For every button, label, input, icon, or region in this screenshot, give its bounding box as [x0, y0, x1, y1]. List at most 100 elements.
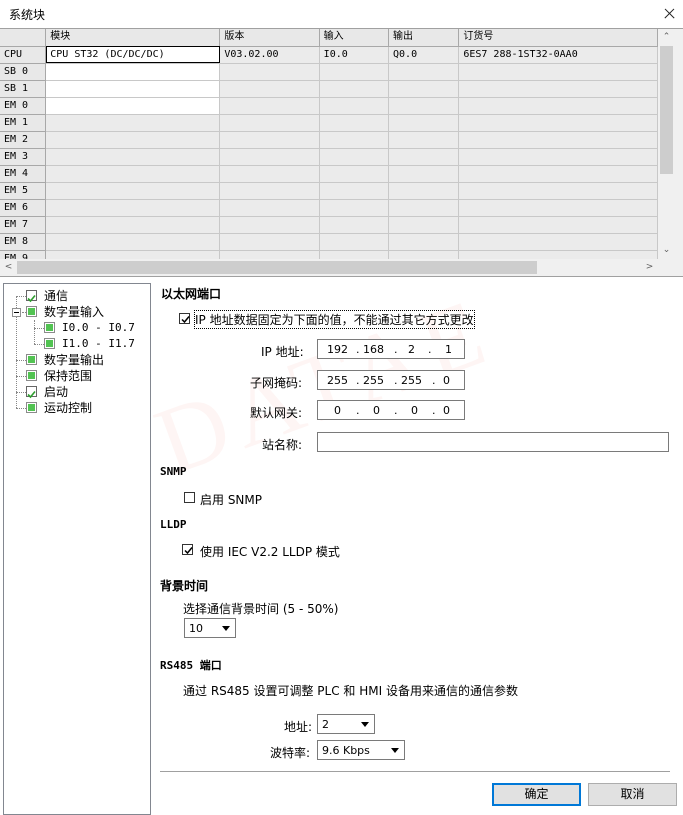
output-cell[interactable] [388, 233, 460, 251]
column-header-input[interactable]: 输入 [319, 29, 390, 47]
column-header-module[interactable]: 模块 [45, 29, 221, 47]
input-cell[interactable] [319, 216, 390, 234]
table-row[interactable]: SB 0 [0, 63, 658, 81]
scroll-up-icon[interactable]: ⌃ [658, 29, 675, 46]
vertical-scroll-thumb[interactable] [660, 46, 673, 174]
version-cell[interactable] [219, 131, 320, 149]
table-row[interactable]: EM 9 [0, 250, 658, 259]
column-header-version[interactable]: 版本 [219, 29, 320, 47]
ok-button[interactable]: 确定 [492, 783, 581, 806]
input-cell[interactable] [319, 97, 390, 115]
subnet-mask-field[interactable]: 255 . 255 . 255 . 0 [317, 370, 465, 390]
table-row[interactable]: EM 8 [0, 233, 658, 251]
horizontal-scroll-thumb[interactable] [17, 261, 537, 274]
close-icon[interactable] [655, 0, 683, 28]
table-row[interactable]: EM 7 [0, 216, 658, 234]
input-cell[interactable] [319, 233, 390, 251]
table-row[interactable]: EM 3 [0, 148, 658, 166]
chevron-down-icon[interactable] [219, 621, 233, 635]
ip-address-field[interactable]: 192 . 168 . 2 . 1 [317, 339, 465, 359]
module-cell[interactable] [45, 199, 221, 217]
input-cell[interactable]: I0.0 [319, 46, 390, 64]
baud-rate-select[interactable]: 9.6 Kbps [317, 740, 405, 760]
order-number-cell[interactable] [458, 131, 658, 149]
output-cell[interactable] [388, 114, 460, 132]
scroll-right-icon[interactable]: > [641, 259, 658, 276]
version-cell[interactable] [219, 233, 320, 251]
version-cell[interactable] [219, 97, 320, 115]
version-cell[interactable] [219, 250, 320, 259]
output-cell[interactable] [388, 165, 460, 183]
horizontal-scrollbar[interactable]: < > [0, 259, 658, 276]
order-number-cell[interactable] [458, 165, 658, 183]
table-row[interactable]: EM 5 [0, 182, 658, 200]
order-number-cell[interactable] [458, 80, 658, 98]
order-number-cell[interactable]: 6ES7 288-1ST32-0AA0 [458, 46, 658, 64]
version-cell[interactable] [219, 199, 320, 217]
output-cell[interactable] [388, 63, 460, 81]
input-cell[interactable] [319, 165, 390, 183]
module-cell[interactable] [45, 233, 221, 251]
table-row[interactable]: SB 1 [0, 80, 658, 98]
column-header-order-number[interactable]: 订货号 [458, 29, 658, 47]
order-number-cell[interactable] [458, 233, 658, 251]
module-cell[interactable] [45, 182, 221, 200]
input-cell[interactable] [319, 131, 390, 149]
order-number-cell[interactable] [458, 114, 658, 132]
module-cell[interactable] [45, 216, 221, 234]
input-cell[interactable] [319, 199, 390, 217]
version-cell[interactable] [219, 114, 320, 132]
snmp-enable-checkbox[interactable] [184, 492, 195, 503]
vertical-scrollbar[interactable]: ⌃ ⌄ [658, 29, 675, 259]
input-cell[interactable] [319, 182, 390, 200]
order-number-cell[interactable] [458, 250, 658, 259]
module-cell[interactable] [45, 80, 221, 98]
order-number-cell[interactable] [458, 216, 658, 234]
order-number-cell[interactable] [458, 182, 658, 200]
chevron-down-icon[interactable] [358, 717, 372, 731]
table-row[interactable]: EM 2 [0, 131, 658, 149]
output-cell[interactable] [388, 80, 460, 98]
scroll-down-icon[interactable]: ⌄ [658, 242, 675, 259]
cancel-button[interactable]: 取消 [588, 783, 677, 806]
chevron-down-icon[interactable] [388, 743, 402, 757]
output-cell[interactable] [388, 250, 460, 259]
order-number-cell[interactable] [458, 199, 658, 217]
lldp-mode-checkbox[interactable] [182, 544, 193, 555]
output-cell[interactable] [388, 182, 460, 200]
output-cell[interactable] [388, 216, 460, 234]
order-number-cell[interactable] [458, 97, 658, 115]
module-cell[interactable]: CPU ST32 (DC/DC/DC) [45, 46, 221, 64]
input-cell[interactable] [319, 63, 390, 81]
collapse-icon[interactable] [12, 308, 21, 317]
gateway-field[interactable]: 0 . 0 . 0 . 0 [317, 400, 465, 420]
version-cell[interactable] [219, 80, 320, 98]
column-header-output[interactable]: 输出 [388, 29, 460, 47]
input-cell[interactable] [319, 114, 390, 132]
output-cell[interactable] [388, 199, 460, 217]
version-cell[interactable] [219, 148, 320, 166]
version-cell[interactable] [219, 63, 320, 81]
version-cell[interactable] [219, 165, 320, 183]
order-number-cell[interactable] [458, 63, 658, 81]
order-number-cell[interactable] [458, 148, 658, 166]
version-cell[interactable] [219, 182, 320, 200]
table-row[interactable]: EM 1 [0, 114, 658, 132]
module-cell[interactable] [45, 165, 221, 183]
table-row[interactable]: CPU CPU ST32 (DC/DC/DC) V03.02.00 I0.0 Q0.0 6… [0, 46, 658, 64]
input-cell[interactable] [319, 148, 390, 166]
module-cell[interactable] [45, 114, 221, 132]
table-row[interactable]: EM 6 [0, 199, 658, 217]
output-cell[interactable] [388, 131, 460, 149]
station-name-input[interactable] [317, 432, 669, 452]
output-cell[interactable] [388, 148, 460, 166]
fixed-ip-checkbox[interactable] [179, 313, 190, 324]
module-cell[interactable] [45, 148, 221, 166]
background-time-select[interactable]: 10 [184, 618, 236, 638]
module-cell[interactable] [45, 250, 221, 259]
table-row[interactable]: EM 4 [0, 165, 658, 183]
rs485-address-select[interactable]: 2 [317, 714, 375, 734]
version-cell[interactable]: V03.02.00 [219, 46, 320, 64]
input-cell[interactable] [319, 250, 390, 259]
version-cell[interactable] [219, 216, 320, 234]
